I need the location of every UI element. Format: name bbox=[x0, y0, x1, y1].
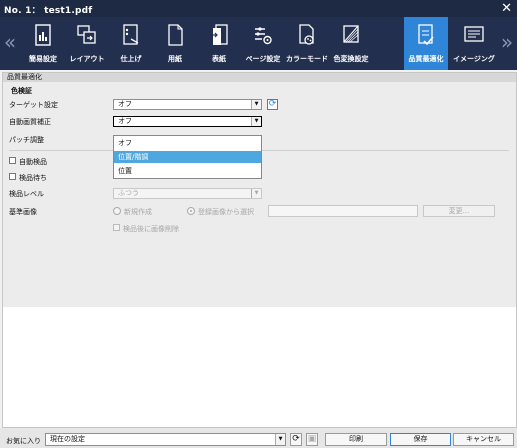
close-icon[interactable]: ✕ bbox=[501, 0, 512, 17]
simple-settings-icon bbox=[35, 24, 51, 46]
chevron-down-icon: ▼ bbox=[251, 100, 261, 109]
favorites-value: 現在の設定 bbox=[50, 435, 85, 443]
dropdown-option-off[interactable]: オフ bbox=[114, 137, 261, 149]
registered-image-radio[interactable] bbox=[187, 207, 195, 215]
patch-adjustment-label: パッチ調整 bbox=[9, 136, 44, 144]
layout-icon bbox=[77, 25, 96, 44]
dropdown-option-position-gradation[interactable]: 位置/階調 bbox=[114, 151, 261, 163]
color-mode-icon bbox=[299, 24, 314, 45]
chevron-down-icon: ▼ bbox=[275, 434, 285, 445]
cover-icon bbox=[211, 24, 228, 45]
inspection-level-select[interactable]: ふつう ▼ bbox=[113, 188, 262, 199]
target-setting-label: ターゲット設定 bbox=[9, 101, 58, 109]
dropdown-option-position[interactable]: 位置 bbox=[114, 165, 261, 177]
auto-inspection-label: 自動検品 bbox=[19, 158, 47, 166]
auto-inspection-checkbox[interactable] bbox=[9, 157, 16, 164]
finishing-icon bbox=[123, 24, 139, 45]
title-bar: No. 1： test1.pdf ✕ bbox=[0, 0, 517, 17]
favorites-select[interactable]: 現在の設定 ▼ bbox=[45, 433, 286, 446]
settings-panel: 品質最適化 色検証 ターゲット設定 オフ ▼ ⟳ 自動画質補正 オフ ▼ パッチ… bbox=[2, 72, 517, 428]
auto-quality-correction-label: 自動画質補正 bbox=[9, 118, 51, 126]
print-button[interactable]: 印刷 bbox=[325, 433, 387, 446]
cancel-button[interactable]: キャンセル bbox=[453, 433, 514, 446]
paper-icon bbox=[168, 24, 183, 46]
page-settings-icon bbox=[255, 27, 272, 45]
new-creation-label: 新規作成 bbox=[124, 208, 152, 216]
settings-tab-toolbar: « 簡易設定 レイアウト 仕上げ 用紙 表紙 ページ設定 カラーモード 色変換設… bbox=[0, 17, 517, 70]
auto-quality-dropdown-list: オフ 位置/階調 位置 bbox=[113, 135, 262, 179]
scroll-right-icon[interactable]: » bbox=[497, 17, 517, 70]
refresh-icon[interactable]: ⟳ bbox=[267, 99, 278, 110]
inspection-hold-label: 検品待ち bbox=[19, 174, 47, 182]
section-header: 品質最適化 bbox=[3, 73, 516, 82]
tab-color-conversion[interactable]: 色変換設定 bbox=[329, 17, 373, 70]
inspection-level-value: ふつう bbox=[118, 189, 139, 197]
delete-after-inspection-checkbox[interactable] bbox=[113, 224, 120, 231]
inspection-level-label: 検品レベル bbox=[9, 190, 44, 198]
inspection-hold-checkbox[interactable] bbox=[9, 173, 16, 180]
tab-imaging[interactable]: イメージング bbox=[452, 17, 496, 70]
tab-label: イメージング bbox=[453, 55, 495, 63]
target-setting-value: オフ bbox=[118, 100, 132, 108]
registered-image-label: 登録画像から選択 bbox=[198, 208, 254, 216]
group-title: 色検証 bbox=[11, 87, 32, 95]
new-creation-radio[interactable] bbox=[113, 207, 121, 215]
tab-label: 色変換設定 bbox=[333, 55, 369, 63]
auto-quality-correction-value: オフ bbox=[118, 117, 132, 125]
chevron-down-icon: ▼ bbox=[251, 189, 261, 198]
save-favorite-icon[interactable]: ▣ bbox=[306, 433, 318, 446]
tab-quality-optimization[interactable]: 品質最適化 bbox=[404, 17, 448, 70]
auto-quality-correction-select[interactable]: オフ ▼ bbox=[113, 116, 262, 127]
quality-optimization-icon bbox=[418, 24, 434, 46]
footer-bar: お気に入り 現在の設定 ▼ ⟳ ▣ 印刷 保存 キャンセル bbox=[0, 428, 517, 448]
save-button[interactable]: 保存 bbox=[390, 433, 451, 446]
reference-image-field[interactable] bbox=[268, 205, 418, 217]
target-setting-select[interactable]: オフ ▼ bbox=[113, 99, 262, 110]
refresh-icon[interactable]: ⟳ bbox=[290, 433, 302, 446]
favorites-label: お気に入り bbox=[6, 437, 41, 445]
window-title: No. 1： test1.pdf bbox=[4, 6, 93, 16]
color-conversion-icon bbox=[343, 25, 359, 43]
chevron-down-icon: ▼ bbox=[251, 117, 261, 126]
delete-after-inspection-label: 検品後に画像削除 bbox=[123, 225, 179, 233]
reference-image-label: 基準画像 bbox=[9, 208, 37, 216]
change-button[interactable]: 変更... bbox=[423, 205, 495, 217]
imaging-icon bbox=[464, 26, 484, 42]
print-settings-window: No. 1： test1.pdf ✕ « 簡易設定 レイアウト 仕上げ 用紙 表… bbox=[0, 0, 517, 448]
